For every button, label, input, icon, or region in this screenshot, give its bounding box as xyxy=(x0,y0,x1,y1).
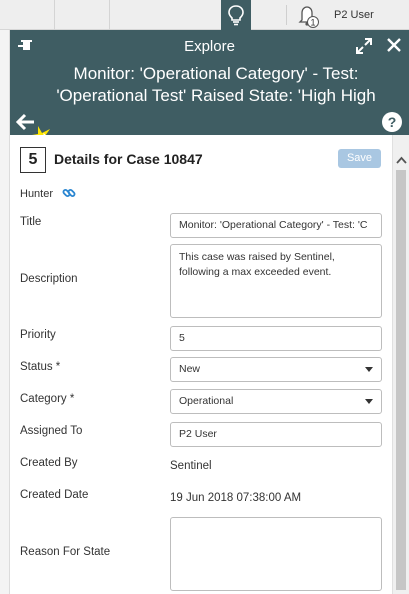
notification-count: 1 xyxy=(310,18,315,28)
title-input[interactable]: Monitor: 'Operational Category' - Test: … xyxy=(170,213,382,238)
created-date-value: 19 Jun 2018 07:38:00 AM xyxy=(170,492,302,504)
vertical-scrollbar[interactable] xyxy=(392,135,409,594)
reason-for-state-textarea[interactable] xyxy=(170,517,382,591)
notifications-button[interactable]: 1 xyxy=(293,2,323,28)
priority-input[interactable]: 5 xyxy=(170,326,382,351)
expand-button[interactable] xyxy=(356,38,372,59)
scroll-up-button[interactable] xyxy=(396,151,407,169)
headline-line-1: Monitor: 'Operational Category' - Test: xyxy=(73,64,359,83)
created-by-value: Sentinel xyxy=(170,460,212,472)
chevron-up-icon xyxy=(396,156,407,164)
lightbulb-button[interactable] xyxy=(221,0,251,30)
topbar-divider xyxy=(286,5,287,25)
help-icon[interactable]: ? xyxy=(382,112,402,132)
category-value: Operational xyxy=(179,395,234,407)
assigned-to-label: Assigned To xyxy=(20,425,83,437)
details-title: Details for Case 10847 xyxy=(54,151,203,167)
category-label: Category * xyxy=(20,393,75,405)
user-menu[interactable]: P2 User xyxy=(334,9,374,21)
explore-panel-header: Explore Monitor: 'Operational Category' … xyxy=(10,30,409,152)
description-textarea[interactable]: This case was raised by Sentinel, follow… xyxy=(170,244,382,318)
hunter-label: Hunter xyxy=(20,188,54,200)
top-app-bar: 1 P2 User xyxy=(0,0,409,30)
headline-line-2: 'Operational Test' Raised State: 'High H… xyxy=(56,86,376,105)
reason-for-state-label: Reason For State xyxy=(20,546,111,558)
topbar-segment xyxy=(55,0,110,30)
close-button[interactable] xyxy=(387,38,401,57)
description-label: Description xyxy=(20,273,78,285)
link-icon xyxy=(62,189,76,197)
created-date-label: Created Date xyxy=(20,489,89,501)
chevron-down-icon xyxy=(365,367,373,372)
save-button[interactable]: Save xyxy=(338,149,381,168)
left-background-strip xyxy=(0,30,10,594)
priority-label: Priority xyxy=(20,329,56,341)
case-headline: Monitor: 'Operational Category' - Test: … xyxy=(30,63,402,107)
status-select[interactable]: New xyxy=(170,357,382,382)
expand-icon xyxy=(356,38,372,54)
status-label: Status * xyxy=(20,361,61,373)
created-by-label: Created By xyxy=(20,457,78,469)
scroll-thumb[interactable] xyxy=(396,170,406,590)
case-details-panel: 5 Details for Case 10847 Save Hunter Tit… xyxy=(10,135,392,594)
chevron-down-icon xyxy=(365,399,373,404)
hunter-link[interactable] xyxy=(62,186,76,205)
close-icon xyxy=(387,38,401,52)
topbar-segment xyxy=(0,0,55,30)
assigned-to-input[interactable]: P2 User xyxy=(170,422,382,447)
bell-icon: 1 xyxy=(298,6,319,28)
case-number-badge: 5 xyxy=(20,147,46,173)
title-label: Title xyxy=(20,216,42,228)
status-value: New xyxy=(179,363,201,375)
lightbulb-icon xyxy=(228,5,244,26)
category-select[interactable]: Operational xyxy=(170,389,382,414)
panel-title: Explore xyxy=(184,38,235,55)
